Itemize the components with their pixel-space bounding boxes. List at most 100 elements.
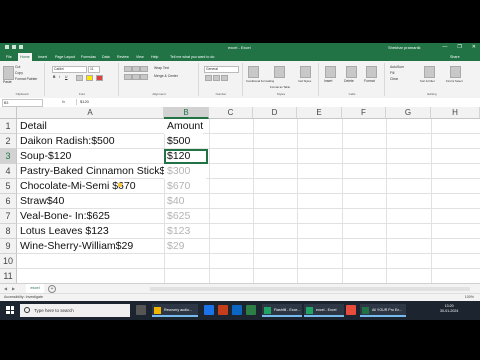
zoom-level[interactable]: 100% — [465, 295, 474, 299]
row-header-4[interactable]: 4 — [0, 164, 17, 179]
edge-icon[interactable] — [204, 305, 214, 315]
conditional-formatting-label[interactable]: Conditional Formatting — [246, 79, 274, 83]
align-middle-icon[interactable] — [132, 66, 140, 72]
font-size-select[interactable]: 11 — [88, 66, 100, 73]
italic-button[interactable]: I — [59, 75, 60, 79]
taskbar-app-3[interactable]: excel - Excel — [304, 304, 344, 317]
row-header-7[interactable]: 7 — [0, 209, 17, 224]
find-select-icon[interactable] — [450, 66, 461, 78]
office-icon[interactable] — [218, 305, 228, 315]
start-icon[interactable] — [6, 306, 14, 314]
taskbar-app-1[interactable]: Recovery audio... — [152, 304, 198, 317]
redo-icon[interactable] — [19, 45, 23, 49]
format-table-label[interactable]: Format as Table — [270, 85, 290, 89]
sheet-nav-next-icon[interactable]: ▶ — [12, 286, 15, 291]
taskbar-app-4[interactable]: All YOUR Pro Ex... — [360, 304, 406, 317]
cell-a1[interactable]: Detail — [17, 119, 47, 134]
align-left-icon[interactable] — [124, 74, 132, 80]
row-header-9[interactable]: 9 — [0, 239, 17, 254]
tab-formulas[interactable]: Formulas — [79, 53, 98, 61]
insert-function-icon[interactable]: fx — [62, 99, 65, 104]
formula-input[interactable]: $120 — [76, 99, 480, 105]
format-painter-button[interactable]: Format Painter — [15, 77, 37, 81]
paste-icon[interactable] — [3, 66, 14, 80]
font-name-select[interactable]: Calibri — [52, 66, 87, 73]
column-header-h[interactable]: H — [431, 107, 480, 119]
underline-button[interactable]: U — [65, 75, 67, 79]
autosum-button[interactable]: AutoSum — [390, 65, 404, 69]
recorder-icon[interactable] — [346, 305, 356, 315]
cell-b1[interactable]: Amount — [164, 119, 204, 134]
system-clock[interactable]: 13:20 30-01-2024 — [440, 304, 458, 314]
currency-icon[interactable] — [205, 75, 212, 81]
select-all-button[interactable] — [0, 107, 17, 119]
outlook-icon[interactable] — [232, 305, 242, 315]
cell-a3[interactable]: Soup-$120 — [17, 149, 71, 164]
tab-data[interactable]: Data — [100, 53, 112, 61]
tab-home[interactable]: Home — [18, 53, 32, 61]
format-cells-label[interactable]: Format — [364, 79, 375, 83]
column-header-c[interactable]: C — [209, 107, 253, 119]
column-header-a[interactable]: A — [17, 107, 164, 119]
video-icon[interactable] — [246, 305, 256, 315]
cell-a4[interactable]: Pastry-Baked Cinnamon Stick$300 — [17, 164, 183, 179]
cell-a8[interactable]: Lotus Leaves $123 — [17, 224, 109, 239]
fill-color-icon[interactable] — [86, 75, 93, 81]
insert-cells-label[interactable]: Insert — [324, 79, 332, 83]
sheet-nav-prev-icon[interactable]: ◀ — [4, 286, 7, 291]
task-view-icon[interactable] — [136, 305, 146, 315]
horizontal-scrollbar[interactable] — [150, 287, 470, 291]
align-bottom-icon[interactable] — [140, 66, 148, 72]
restore-button[interactable]: ❐ — [457, 44, 461, 50]
column-header-e[interactable]: E — [297, 107, 342, 119]
cell-styles-icon[interactable] — [300, 66, 311, 78]
flash-fill-options-icon[interactable] — [118, 183, 122, 187]
share-button[interactable]: Share — [450, 53, 460, 61]
column-header-g[interactable]: G — [386, 107, 431, 119]
font-color-icon[interactable] — [96, 75, 103, 81]
column-header-f[interactable]: F — [342, 107, 386, 119]
save-icon[interactable] — [5, 45, 9, 49]
row-header-10[interactable]: 10 — [0, 254, 17, 269]
undo-icon[interactable] — [12, 45, 16, 49]
cell-a2[interactable]: Daikon Radish:$500 — [17, 134, 115, 149]
insert-cells-icon[interactable] — [325, 66, 336, 78]
row-header-1[interactable]: 1 — [0, 119, 17, 134]
tab-help[interactable]: Help — [149, 53, 160, 61]
merge-center-button[interactable]: Merge & Center — [154, 74, 178, 78]
user-name[interactable]: Shekhar pramanik — [388, 45, 420, 50]
tell-me-search[interactable]: Tell me what you want to do — [170, 53, 214, 61]
wrap-text-button[interactable]: Wrap Text — [154, 66, 169, 70]
borders-icon[interactable] — [76, 75, 83, 81]
clear-button[interactable]: Clear — [390, 77, 398, 81]
column-header-b[interactable]: B — [164, 107, 209, 119]
format-table-icon[interactable] — [274, 66, 285, 78]
cell-a6[interactable]: Straw$40 — [17, 194, 64, 209]
row-header-3[interactable]: 3 — [0, 149, 17, 164]
tab-insert[interactable]: Insert — [36, 53, 49, 61]
worksheet-grid[interactable]: A B C D E F G H 1 2 3 4 5 6 7 8 9 10 11 — [0, 107, 480, 283]
tab-view[interactable]: View — [134, 53, 146, 61]
copy-button[interactable]: Copy — [15, 71, 23, 75]
row-header-5[interactable]: 5 — [0, 179, 17, 194]
taskbar-app-2[interactable]: Flashfill - Exce... — [262, 304, 302, 317]
tab-file[interactable]: File — [4, 53, 14, 61]
row-header-2[interactable]: 2 — [0, 134, 17, 149]
row-header-8[interactable]: 8 — [0, 224, 17, 239]
comma-icon[interactable] — [221, 75, 228, 81]
tab-review[interactable]: Review — [115, 53, 131, 61]
fill-button[interactable]: Fill — [390, 71, 394, 75]
conditional-formatting-icon[interactable] — [248, 66, 259, 78]
align-center-icon[interactable] — [132, 74, 140, 80]
delete-cells-label[interactable]: Delete — [344, 79, 354, 83]
taskbar-search-input[interactable]: Type here to search — [20, 304, 130, 317]
align-top-icon[interactable] — [124, 66, 132, 72]
tab-page-layout[interactable]: Page Layout — [53, 53, 77, 61]
column-header-d[interactable]: D — [253, 107, 297, 119]
delete-cells-icon[interactable] — [346, 66, 357, 78]
row-header-11[interactable]: 11 — [0, 269, 17, 283]
cell-a9[interactable]: Wine-Sherry-William$29 — [17, 239, 133, 254]
row-header-6[interactable]: 6 — [0, 194, 17, 209]
cell-styles-label[interactable]: Cell Styles — [298, 79, 311, 83]
cut-button[interactable]: Cut — [15, 65, 20, 69]
